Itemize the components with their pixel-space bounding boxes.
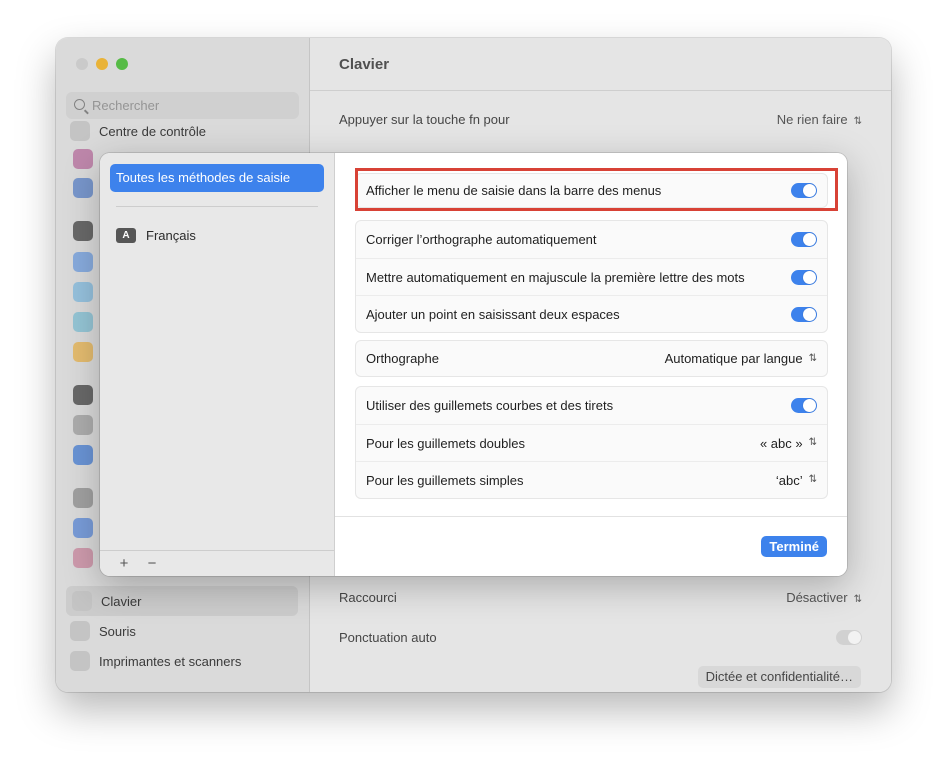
single-quotes-row: Pour les guillemets simples ‘abc’ ⇅: [356, 461, 827, 498]
desktop-icon: [73, 221, 93, 241]
game-center-icon: [73, 548, 93, 568]
raccourci-popup[interactable]: Désactiver ⇅: [786, 590, 862, 605]
close-button[interactable]: [76, 58, 88, 70]
fn-key-popup[interactable]: Ne rien faire ⇅: [777, 112, 862, 127]
ponctuation-toggle[interactable]: [836, 630, 862, 645]
chevron-updown-icon: ⇅: [808, 352, 817, 364]
spelling-group: Orthographe Automatique par langue ⇅: [355, 340, 828, 377]
spelling-popup[interactable]: Automatique par langue ⇅: [665, 351, 817, 366]
sources-sidebar: Toutes les méthodes de saisie A Français…: [100, 153, 335, 576]
wallpaper-icon: [73, 282, 93, 302]
screensaver-icon: [73, 312, 93, 332]
spelling-row: Orthographe Automatique par langue ⇅: [356, 341, 827, 376]
capitalize-toggle[interactable]: [791, 269, 817, 285]
chevron-updown-icon: ⇅: [853, 116, 862, 127]
double-space-period-row: Ajouter un point en saisissant deux espa…: [356, 295, 827, 332]
search-field[interactable]: Rechercher: [66, 92, 299, 119]
privacy-icon: [73, 415, 93, 435]
dictee-button[interactable]: Dictée et confidentialité…: [697, 666, 861, 688]
language-label: Français: [146, 227, 196, 243]
raccourci-label: Raccourci: [339, 590, 397, 605]
search-placeholder: Rechercher: [92, 98, 160, 113]
chevron-updown-icon: ⇅: [808, 437, 817, 448]
divider: [116, 206, 318, 207]
hand-icon: [73, 178, 93, 198]
add-source-button[interactable]: +: [110, 555, 138, 572]
sidebar-item-label: Clavier: [101, 593, 142, 609]
chevron-updown-icon: ⇅: [853, 594, 862, 605]
smart-quotes-row: Utiliser des guillemets courbes et des t…: [356, 387, 827, 424]
battery-icon: [73, 342, 93, 362]
smart-quotes-toggle[interactable]: [791, 398, 817, 413]
mouse-icon: [70, 621, 90, 641]
fn-key-label: Appuyer sur la touche fn pour: [339, 112, 510, 127]
spelling-label: Orthographe: [366, 351, 439, 366]
siri-icon: [73, 149, 93, 169]
keyboard-icon: [72, 591, 92, 611]
remove-source-button[interactable]: −: [138, 555, 166, 572]
sidebar-item-souris[interactable]: Souris: [70, 620, 136, 642]
users-icon: [73, 445, 93, 465]
minimize-button[interactable]: [96, 58, 108, 70]
page-title: Clavier: [339, 56, 390, 73]
autocorrect-toggle[interactable]: [791, 232, 817, 247]
display-icon: [73, 252, 93, 272]
double-quotes-popup[interactable]: « abc » ⇅: [760, 436, 817, 451]
sidebar-item-imprimantes[interactable]: Imprimantes et scanners: [70, 650, 241, 672]
fn-key-value: Ne rien faire: [776, 112, 848, 127]
capitalize-row: Mettre automatiquement en majuscule la p…: [356, 258, 827, 295]
double-quotes-row: Pour les guillemets doubles « abc » ⇅: [356, 424, 827, 461]
raccourci-value: Désactiver: [786, 590, 848, 605]
quotes-group: Utiliser des guillemets courbes et des t…: [355, 386, 828, 499]
internet-accounts-icon: [73, 518, 93, 538]
single-quotes-value: ‘abc’: [775, 472, 803, 488]
sidebar-item-label: Souris: [99, 623, 136, 639]
stage: Rechercher Centre de contrôle Clavier So…: [0, 0, 947, 767]
sheet-content: Afficher le menu de saisie dans la barre…: [335, 153, 847, 576]
input-source-icon: A: [116, 227, 136, 243]
zoom-button[interactable]: [116, 58, 128, 70]
double-quotes-value: « abc »: [759, 435, 803, 451]
traffic-lights: [76, 58, 128, 70]
ponctuation-row: Ponctuation auto: [339, 630, 862, 645]
lock-screen-icon: [73, 385, 93, 405]
chevron-updown-icon: ⇅: [808, 474, 817, 485]
sidebar-item-clavier[interactable]: Clavier: [66, 586, 298, 616]
done-button[interactable]: Terminé: [761, 536, 827, 557]
double-space-period-toggle[interactable]: [791, 306, 817, 322]
sidebar-item-label: Centre de contrôle: [99, 123, 206, 139]
language-item-francais[interactable]: A Français: [116, 226, 196, 244]
raccourci-row: Raccourci Désactiver ⇅: [339, 590, 862, 605]
autocorrect-row: Corriger l’orthographe automatiquement: [356, 221, 827, 258]
printer-icon: [70, 651, 90, 671]
double-space-period-label: Ajouter un point en saisissant deux espa…: [366, 306, 620, 322]
sidebar-item-control-center[interactable]: Centre de contrôle: [70, 120, 206, 142]
single-quotes-label: Pour les guillemets simples: [366, 472, 524, 488]
sources-footer: + −: [100, 550, 334, 576]
smart-quotes-label: Utiliser des guillemets courbes et des t…: [366, 398, 614, 413]
ponctuation-label: Ponctuation auto: [339, 630, 437, 645]
spelling-value: Automatique par langue: [664, 351, 803, 366]
passwords-icon: [73, 488, 93, 508]
all-input-sources-item[interactable]: Toutes les méthodes de saisie: [110, 164, 324, 192]
divider: [335, 516, 847, 517]
sidebar-item-label: Imprimantes et scanners: [99, 653, 242, 669]
capitalize-label: Mettre automatiquement en majuscule la p…: [366, 269, 745, 285]
search-icon: [74, 99, 85, 110]
autocorrect-label: Corriger l’orthographe automatiquement: [366, 232, 597, 247]
input-sources-sheet: Toutes les méthodes de saisie A Français…: [100, 153, 847, 576]
double-quotes-label: Pour les guillemets doubles: [366, 435, 525, 451]
single-quotes-popup[interactable]: ‘abc’ ⇅: [776, 473, 817, 488]
divider: [310, 90, 891, 91]
highlight-box: [355, 168, 838, 211]
auto-correct-group: Corriger l’orthographe automatiquement M…: [355, 220, 828, 333]
fn-key-row: Appuyer sur la touche fn pour Ne rien fa…: [339, 112, 862, 127]
control-center-icon: [70, 121, 90, 141]
